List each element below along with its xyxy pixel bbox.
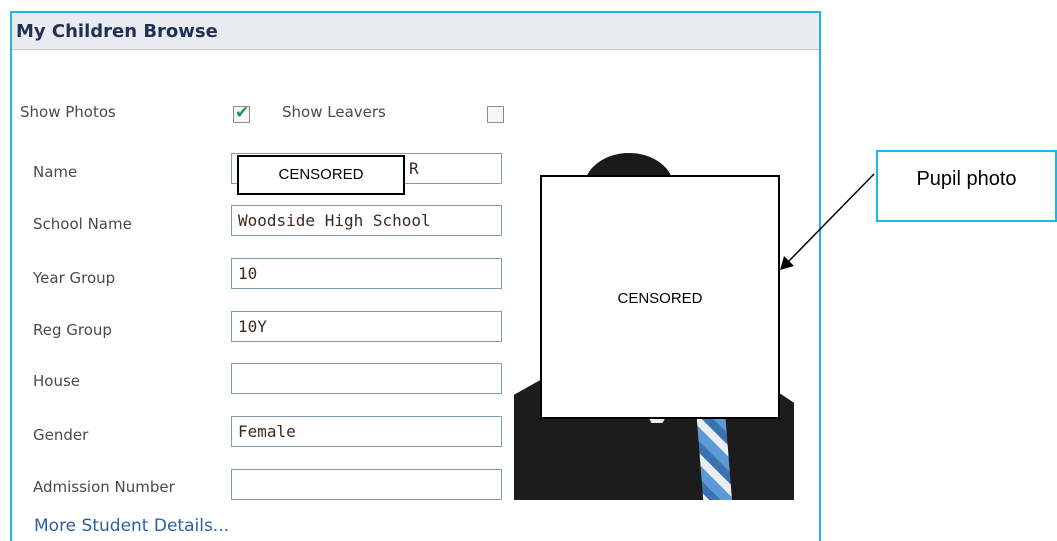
gender-field[interactable]: Female xyxy=(231,416,502,447)
house-field[interactable] xyxy=(231,363,502,394)
check-icon: ✔ xyxy=(235,103,250,123)
school-name-field[interactable]: Woodside High School xyxy=(231,205,502,236)
name-censor-box: CENSORED xyxy=(237,155,405,195)
name-censor-label: CENSORED xyxy=(278,166,364,183)
reg-group-value: 10Y xyxy=(238,317,267,336)
gender-label: Gender xyxy=(33,426,89,444)
admission-number-field[interactable] xyxy=(231,469,502,500)
show-photos-label: Show Photos xyxy=(20,103,116,121)
reg-group-label: Reg Group xyxy=(33,321,112,339)
name-label: Name xyxy=(33,163,78,181)
callout-text: Pupil photo xyxy=(916,168,1017,190)
show-leavers-label: Show Leavers xyxy=(282,103,386,121)
gender-value: Female xyxy=(238,422,296,441)
year-group-value: 10 xyxy=(238,264,258,283)
photo-censor-label: CENSORED xyxy=(617,290,703,307)
house-label: House xyxy=(33,372,81,390)
more-student-details-link[interactable]: More Student Details... xyxy=(34,516,229,536)
photo-censor-box: CENSORED xyxy=(540,175,780,419)
name-field-value: R xyxy=(409,159,419,178)
school-name-value: Woodside High School xyxy=(238,211,431,230)
panel-header: My Children Browse xyxy=(12,13,819,50)
school-name-label: School Name xyxy=(33,215,132,233)
pupil-photo-callout: Pupil photo xyxy=(876,150,1057,222)
year-group-field[interactable]: 10 xyxy=(231,258,502,289)
reg-group-field[interactable]: 10Y xyxy=(231,311,502,342)
admission-number-label: Admission Number xyxy=(33,478,175,496)
year-group-label: Year Group xyxy=(33,269,116,287)
panel-title: My Children Browse xyxy=(16,21,218,42)
show-leavers-checkbox[interactable] xyxy=(487,106,504,123)
show-photos-checkbox[interactable]: ✔ xyxy=(233,103,250,123)
